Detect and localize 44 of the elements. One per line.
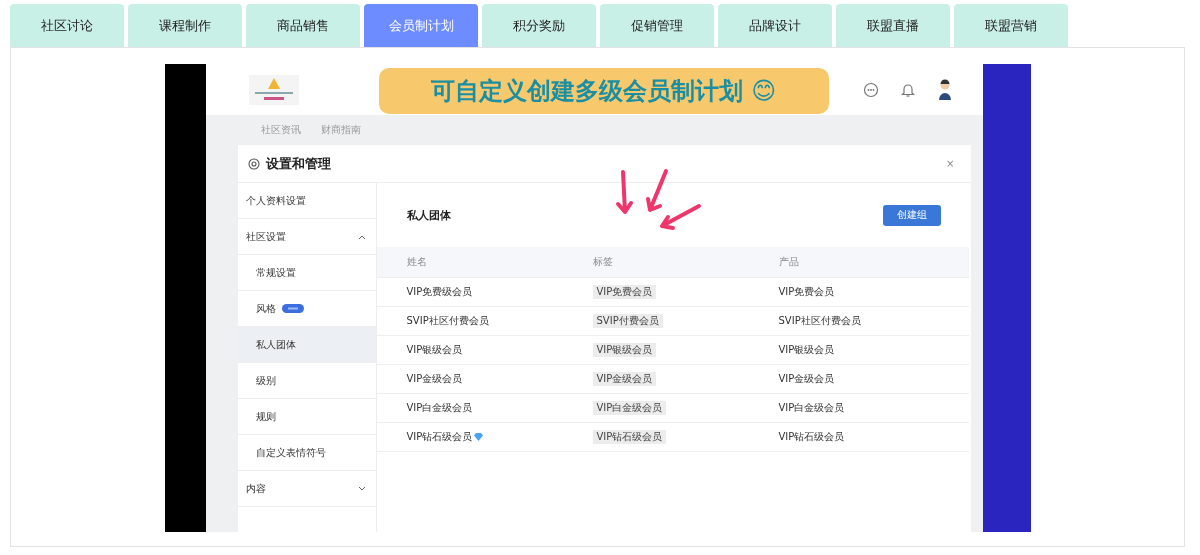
table-cell-text: SVIP社区付费会员 [778,314,862,328]
table-cell-text: VIP钻石级会员 [778,430,846,444]
section-title: 私人团体 [406,207,451,223]
tab[interactable]: 联盟直播 [836,4,950,47]
column-header: 产品 [778,255,800,269]
sidebar-item[interactable]: 私人团体 [237,327,376,363]
tab[interactable]: 社区讨论 [10,4,124,47]
tab[interactable]: 促销管理 [600,4,714,47]
column-header: 姓名 [406,255,428,269]
table-cell-text: VIP金级会员 [406,372,464,386]
close-button[interactable]: × [940,157,961,170]
avatar-icon[interactable] [936,78,953,101]
table-cell-text: SVIP社区付费会员 [406,314,490,328]
tab[interactable]: 联盟营销 [954,4,1068,47]
chevron-icon [357,233,366,240]
tag: VIP白金级会员 [592,401,667,415]
tab[interactable]: 课程制作 [128,4,242,47]
column-header: 标签 [592,255,614,269]
dialog-title: 设置和管理 [265,154,331,173]
tab[interactable]: 商品销售 [246,4,360,47]
badge-icon [281,304,304,313]
table-cell-text: VIP免费级会员 [406,285,474,299]
bell-icon[interactable] [900,81,915,98]
tag: VIP银级会员 [592,343,657,357]
diamond-icon [474,433,484,441]
table-cell-text: VIP银级会员 [778,343,836,357]
create-group-button[interactable]: 创建组 [882,204,941,226]
tag: VIP免费会员 [592,285,657,299]
table-cell-text: VIP白金级会员 [406,401,474,415]
table-cell-text: VIP金级会员 [778,372,836,386]
chevron-icon [357,485,366,492]
tag: SVIP付费会员 [592,314,663,328]
tab[interactable]: 积分奖励 [482,4,596,47]
settings-icon [247,157,260,170]
tag: VIP金级会员 [592,372,657,386]
caption-banner: 可自定义创建多级会员制计划 😊 [378,68,829,114]
tab[interactable]: 品牌设计 [718,4,832,47]
tag: VIP钻石级会员 [592,430,667,444]
table-cell-text: VIP免费会员 [778,285,836,299]
chat-icon[interactable] [862,81,879,98]
table-cell-text: VIP白金级会员 [778,401,846,415]
table-cell-text: VIP银级会员 [406,343,464,357]
table-cell: VIP钻石级会员 [406,430,593,444]
logo-icon [248,74,299,105]
